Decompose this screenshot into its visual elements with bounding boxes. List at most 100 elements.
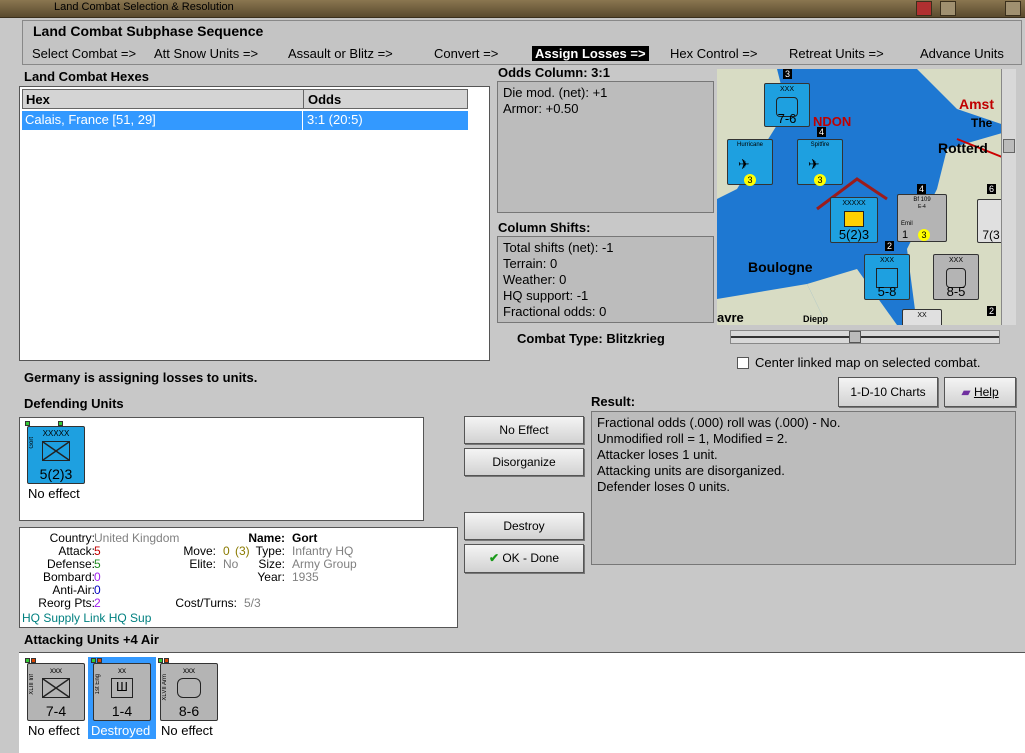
attacker-status: No effect xyxy=(28,723,80,738)
shifts-title: Column Shifts: xyxy=(498,220,591,235)
center-map-label: Center linked map on selected combat. xyxy=(755,355,981,370)
hexes-title: Land Combat Hexes xyxy=(24,69,149,84)
counter-type: XXXXX xyxy=(42,429,70,438)
attacker-unit-xliii[interactable]: xxx XLIII Inf 7-4 xyxy=(25,658,85,721)
year-value: 1935 xyxy=(292,570,319,584)
help-label: Help xyxy=(973,385,999,399)
counter-type: xx xyxy=(118,666,126,675)
unit-details-panel: Country: United Kingdom Attack: 5 Defens… xyxy=(19,527,458,628)
counter-type: xxx xyxy=(50,666,62,675)
linked-map[interactable]: NDON Amst The Rotterd Boulogne avre Diep… xyxy=(717,69,1016,325)
help-book-icon: ▰ xyxy=(961,385,971,399)
step-att-snow[interactable]: Att Snow Units => xyxy=(154,46,258,61)
attacking-title: Attacking Units +4 Air xyxy=(24,632,159,647)
odds-title: Odds Column: 3:1 xyxy=(498,65,610,80)
plane-icon: ✈ xyxy=(738,156,750,172)
map-counter-8-5[interactable]: XXX 8-5 xyxy=(933,254,979,300)
defender-unit-gort[interactable]: XXXXX Gort 5(2)3 xyxy=(25,421,85,484)
map-label-rotterdam: Rotterd xyxy=(938,140,988,156)
defense-label: Defense: xyxy=(46,557,95,571)
shift-total: Total shifts (net): -1 xyxy=(503,240,614,255)
step-assault-blitz[interactable]: Assault or Blitz => xyxy=(288,46,393,61)
stack-count: 2 xyxy=(987,306,997,316)
counter-value: 5(2)3 xyxy=(838,227,870,242)
stack-count: 4 xyxy=(817,127,827,137)
map-vscroll[interactable] xyxy=(1001,69,1016,325)
no-effect-button[interactable]: No Effect xyxy=(464,416,584,444)
result-line: Fractional odds (.000) roll was (.000) -… xyxy=(597,415,841,430)
attacker-unit-1st-eng[interactable]: xx 1st Eng Ш 1-4 xyxy=(91,658,151,721)
zoom-slider-thumb[interactable] xyxy=(849,331,861,343)
charts-button[interactable]: 1-D-10 Charts xyxy=(838,377,938,407)
move-value: 0 xyxy=(223,544,230,558)
bombard-value: 0 xyxy=(94,570,101,584)
counter-num: 3 xyxy=(918,229,930,241)
step-assign-losses[interactable]: Assign Losses => xyxy=(532,46,649,61)
col-odds[interactable]: Odds xyxy=(308,92,341,107)
shift-fractional: Fractional odds: 0 xyxy=(503,304,607,319)
counter-value: 5(2)3 xyxy=(39,466,73,482)
odds-armor: Armor: +0.50 xyxy=(503,101,579,116)
subphase-sequence-panel: Land Combat Subphase Sequence Select Com… xyxy=(22,20,1022,65)
destroy-button[interactable]: Destroy xyxy=(464,512,584,540)
center-map-checkbox[interactable] xyxy=(737,357,749,369)
counter-value: 8-5 xyxy=(946,284,966,299)
map-counter-corps[interactable]: XXX 7-6 xyxy=(764,83,810,127)
close-button[interactable] xyxy=(1005,1,1021,16)
counter-type: XXX xyxy=(879,257,894,264)
map-counter-hurricane[interactable]: Hurricane ✈ 3 xyxy=(727,139,773,186)
counter-value: 1-4 xyxy=(111,703,133,719)
map-counter-spitfire[interactable]: Spitfire ✈ 3 xyxy=(797,139,843,186)
step-advance-units[interactable]: Advance Units xyxy=(920,46,1004,61)
counter-name: Hurricane xyxy=(736,142,763,148)
step-retreat-units[interactable]: Retreat Units => xyxy=(789,46,884,61)
map-counter-div[interactable]: XX xyxy=(902,309,942,325)
map-counter-gort[interactable]: XXXXX 5(2)3 xyxy=(830,197,878,243)
step-select-combat[interactable]: Select Combat => xyxy=(32,46,136,61)
counter-name: XLIII Inf xyxy=(29,674,35,695)
counter-type: XXX xyxy=(779,86,794,93)
step-hex-control[interactable]: Hex Control => xyxy=(670,46,757,61)
table-header: Hex Odds xyxy=(22,89,468,109)
counter-num: 3 xyxy=(814,174,826,186)
help-button[interactable]: ▰ Help xyxy=(944,377,1016,407)
name-value: Gort xyxy=(292,531,318,545)
map-counter-bf109[interactable]: Bf 109 E-4 Emil 1 3 xyxy=(897,194,947,242)
stack-count: 2 xyxy=(885,241,895,251)
map-label-amst: Amst xyxy=(959,96,995,112)
attack-value: 5 xyxy=(94,544,101,558)
move-extra: (3) xyxy=(235,544,250,558)
minimize-button[interactable] xyxy=(940,1,956,16)
col-hex[interactable]: Hex xyxy=(26,92,50,107)
size-label: Size: xyxy=(258,557,285,571)
step-convert[interactable]: Convert => xyxy=(434,46,498,61)
map-counter-5-8[interactable]: XXX 5-8 xyxy=(864,254,910,300)
cost-value: 5/3 xyxy=(244,596,261,610)
hq-symbol-icon xyxy=(844,211,864,227)
attacker-unit-xlvii[interactable]: xxx XLVII Arm 8-6 xyxy=(158,658,218,721)
hexes-table: Hex Odds Calais, France [51, 29] 3:1 (20… xyxy=(19,86,490,361)
bombard-label: Bombard: xyxy=(42,570,95,584)
elite-value: No xyxy=(223,557,239,571)
counter-value: 8-6 xyxy=(178,703,200,719)
plane-icon: ✈ xyxy=(808,156,820,172)
table-row[interactable]: Calais, France [51, 29] 3:1 (20:5) xyxy=(22,111,468,130)
attack-label: Attack: xyxy=(58,544,95,558)
result-line: Attacking units are disorganized. xyxy=(597,463,785,478)
result-line: Defender loses 0 units. xyxy=(597,479,730,494)
size-value: Army Group xyxy=(292,557,357,571)
ok-done-button[interactable]: ✔ OK - Done xyxy=(464,544,584,573)
counter-value: 5-8 xyxy=(877,284,897,299)
cost-label: Cost/Turns: xyxy=(175,596,237,610)
map-label-havre: avre xyxy=(717,310,744,325)
counter-lower: 1 xyxy=(902,229,909,241)
disorganize-button[interactable]: Disorganize xyxy=(464,448,584,476)
counter-type: XXXXX xyxy=(842,200,866,207)
country-label: Country: xyxy=(49,531,95,545)
map-label-dieppe: Diepp xyxy=(803,314,829,324)
window-titlebar[interactable]: Land Combat Selection & Resolution xyxy=(0,0,1025,18)
result-line: Unmodified roll = 1, Modified = 2. xyxy=(597,431,788,446)
shift-terrain: Terrain: 0 xyxy=(503,256,558,271)
vscroll-thumb[interactable] xyxy=(1003,139,1015,153)
map-zoom-slider[interactable] xyxy=(730,330,1000,344)
